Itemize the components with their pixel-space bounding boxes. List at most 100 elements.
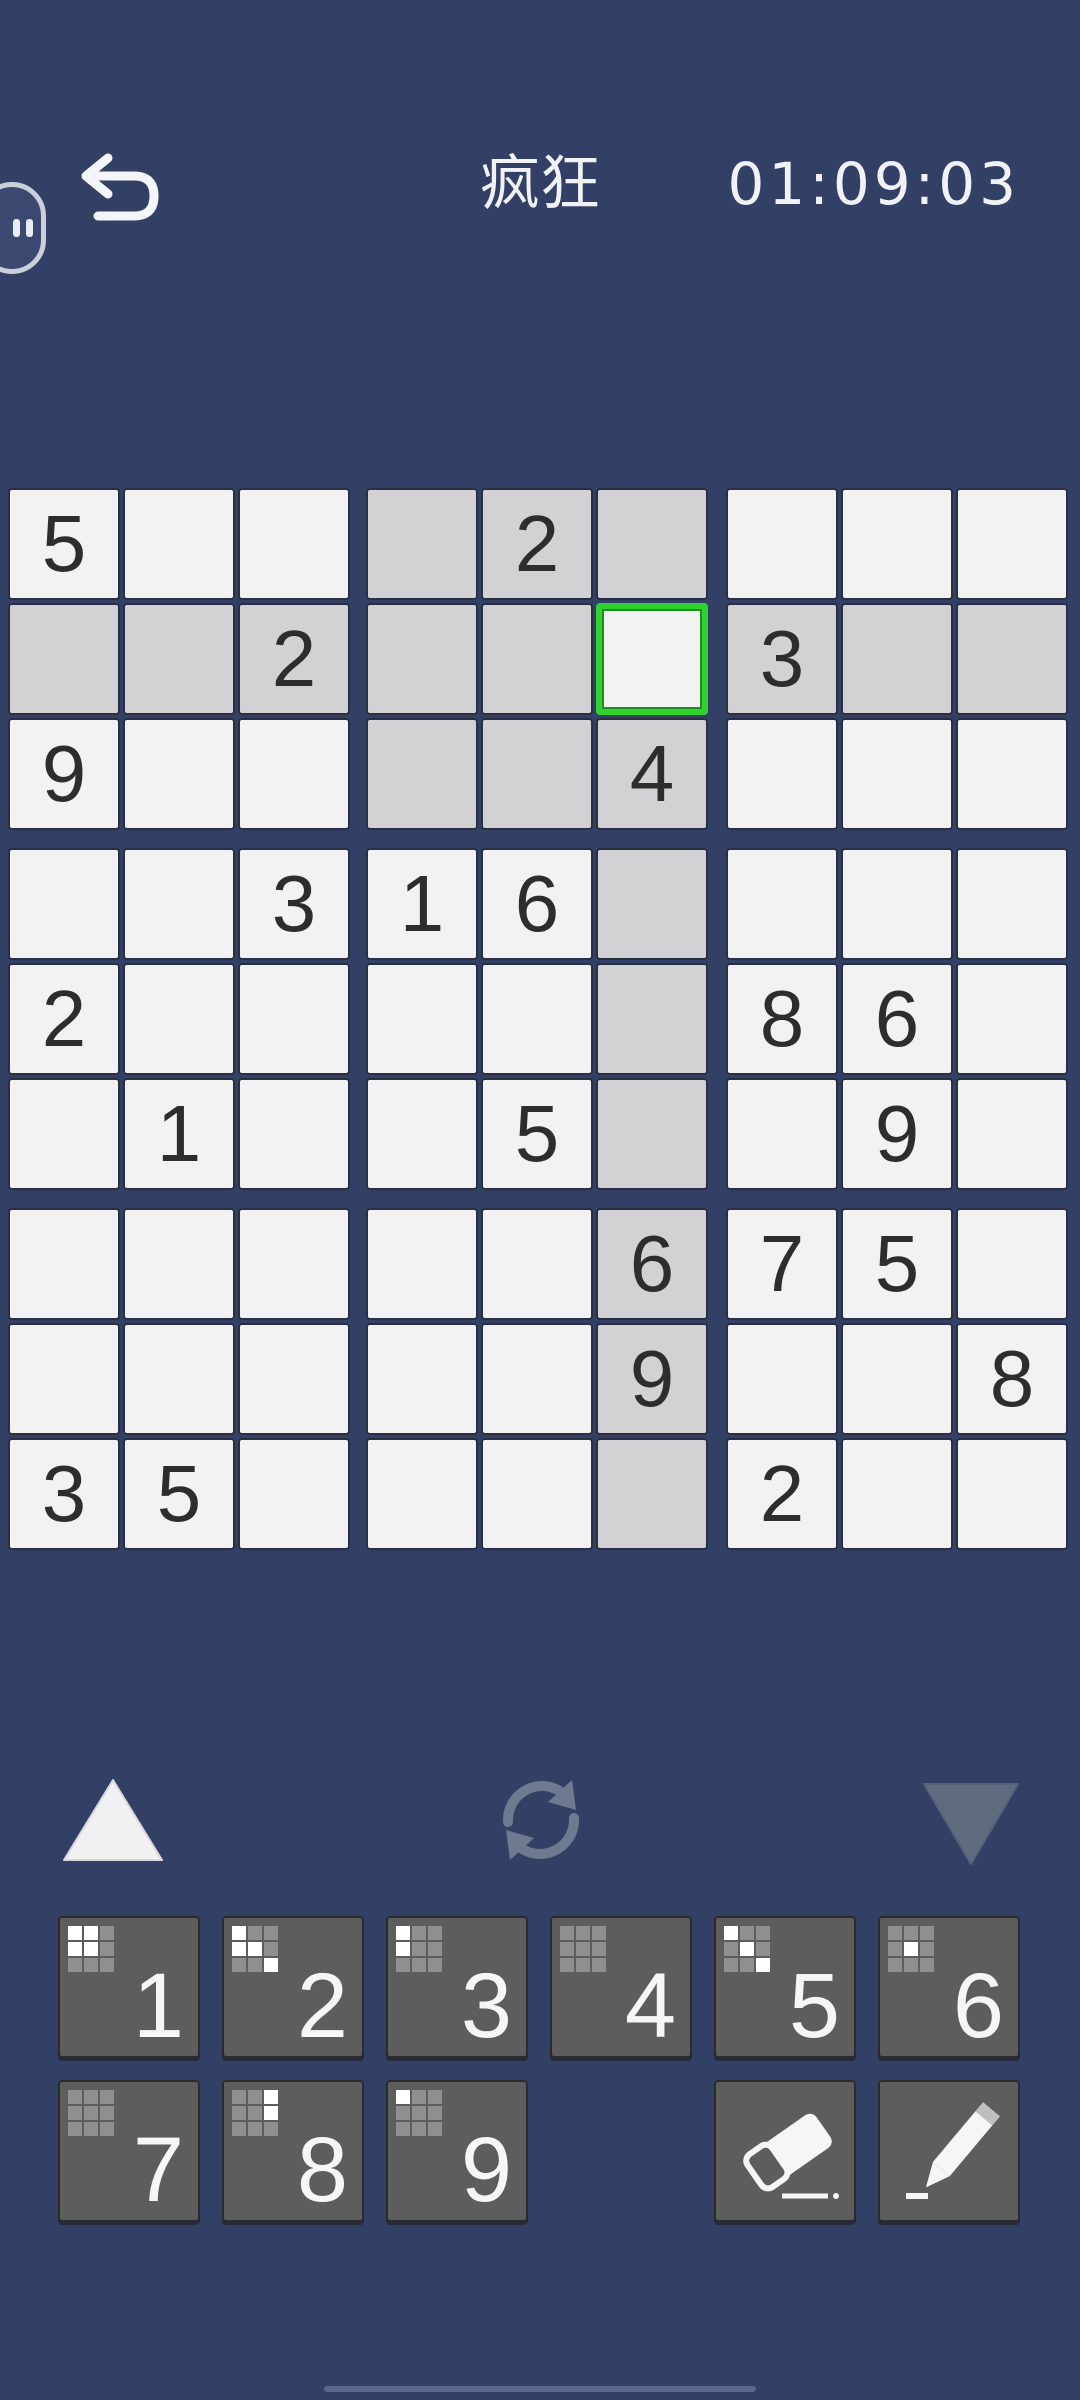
sudoku-cell[interactable]: 8 xyxy=(956,1323,1068,1435)
sudoku-cell[interactable]: 3 xyxy=(8,1438,120,1550)
sudoku-cell[interactable]: 6 xyxy=(841,963,953,1075)
sudoku-cell[interactable] xyxy=(123,1208,235,1320)
sudoku-cell[interactable] xyxy=(596,603,708,715)
sudoku-cell[interactable] xyxy=(726,848,838,960)
sudoku-cell[interactable] xyxy=(841,488,953,600)
sudoku-cell[interactable]: 2 xyxy=(238,603,350,715)
sudoku-cell[interactable]: 2 xyxy=(481,488,593,600)
sudoku-cell[interactable] xyxy=(238,488,350,600)
number-key[interactable]: 9 xyxy=(386,2080,528,2222)
sudoku-cell[interactable] xyxy=(841,848,953,960)
pencil-button[interactable] xyxy=(878,2080,1020,2222)
sudoku-cell[interactable] xyxy=(238,963,350,1075)
number-key[interactable]: 5 xyxy=(714,1916,856,2058)
sudoku-cell[interactable] xyxy=(841,603,953,715)
sudoku-cell[interactable] xyxy=(8,848,120,960)
sudoku-cell[interactable] xyxy=(956,603,1068,715)
number-key[interactable]: 1 xyxy=(58,1916,200,2058)
sudoku-cell[interactable] xyxy=(238,1208,350,1320)
sudoku-cell[interactable]: 9 xyxy=(841,1078,953,1190)
sudoku-cell[interactable] xyxy=(366,963,478,1075)
sudoku-cell[interactable]: 3 xyxy=(726,603,838,715)
sudoku-cell[interactable] xyxy=(123,848,235,960)
sudoku-cell[interactable]: 2 xyxy=(8,963,120,1075)
sudoku-cell[interactable] xyxy=(726,718,838,830)
sudoku-cell[interactable] xyxy=(366,1078,478,1190)
sudoku-cell[interactable] xyxy=(596,1438,708,1550)
sudoku-cell[interactable] xyxy=(481,1323,593,1435)
eraser-button[interactable] xyxy=(714,2080,856,2222)
triangle-down-icon[interactable] xyxy=(916,1770,1026,1870)
sudoku-cell[interactable] xyxy=(956,1208,1068,1320)
sudoku-cell[interactable] xyxy=(123,1323,235,1435)
sudoku-cell[interactable] xyxy=(956,1078,1068,1190)
sudoku-cell[interactable] xyxy=(726,1078,838,1190)
note-grid-dot xyxy=(248,1958,262,1972)
sudoku-cell[interactable]: 1 xyxy=(366,848,478,960)
sudoku-cell[interactable] xyxy=(123,488,235,600)
sudoku-cell[interactable]: 2 xyxy=(726,1438,838,1550)
sudoku-cell[interactable] xyxy=(238,1438,350,1550)
sudoku-cell[interactable]: 9 xyxy=(596,1323,708,1435)
note-grid-dot xyxy=(428,2106,442,2120)
sudoku-cell[interactable] xyxy=(8,603,120,715)
sudoku-cell[interactable]: 6 xyxy=(481,848,593,960)
sudoku-cell[interactable] xyxy=(841,1323,953,1435)
number-key-label: 6 xyxy=(952,1955,1004,2057)
sudoku-cell[interactable] xyxy=(123,603,235,715)
sudoku-cell[interactable]: 7 xyxy=(726,1208,838,1320)
sudoku-cell[interactable] xyxy=(956,963,1068,1075)
sudoku-cell[interactable] xyxy=(481,1208,593,1320)
sudoku-cell[interactable] xyxy=(956,488,1068,600)
refresh-icon[interactable] xyxy=(486,1770,596,1870)
number-key[interactable]: 6 xyxy=(878,1916,1020,2058)
sudoku-cell[interactable]: 1 xyxy=(123,1078,235,1190)
sudoku-cell[interactable] xyxy=(366,718,478,830)
sudoku-cell[interactable] xyxy=(8,1323,120,1435)
sudoku-cell[interactable] xyxy=(596,963,708,1075)
sudoku-cell[interactable] xyxy=(123,718,235,830)
number-key[interactable]: 7 xyxy=(58,2080,200,2222)
sudoku-cell[interactable] xyxy=(726,488,838,600)
sudoku-cell[interactable] xyxy=(123,963,235,1075)
sudoku-cell[interactable]: 4 xyxy=(596,718,708,830)
number-key[interactable]: 2 xyxy=(222,1916,364,2058)
sudoku-cell[interactable] xyxy=(956,848,1068,960)
number-key[interactable]: 4 xyxy=(550,1916,692,2058)
sudoku-cell[interactable] xyxy=(366,1323,478,1435)
sudoku-cell[interactable] xyxy=(366,488,478,600)
sudoku-cell[interactable] xyxy=(366,603,478,715)
sudoku-cell[interactable]: 5 xyxy=(123,1438,235,1550)
sudoku-cell[interactable] xyxy=(366,1438,478,1550)
number-key[interactable]: 8 xyxy=(222,2080,364,2222)
sudoku-cell[interactable] xyxy=(956,718,1068,830)
sudoku-cell[interactable] xyxy=(238,1078,350,1190)
sudoku-cell[interactable] xyxy=(8,1078,120,1190)
sudoku-cell[interactable]: 8 xyxy=(726,963,838,1075)
sudoku-cell[interactable] xyxy=(596,1078,708,1190)
sudoku-cell[interactable]: 3 xyxy=(238,848,350,960)
sudoku-cell[interactable] xyxy=(8,1208,120,1320)
sudoku-cell[interactable] xyxy=(481,963,593,1075)
sudoku-cell[interactable] xyxy=(481,603,593,715)
sudoku-cell[interactable] xyxy=(481,1438,593,1550)
note-grid-dot xyxy=(576,1926,590,1940)
sudoku-cell[interactable] xyxy=(726,1323,838,1435)
sudoku-cell[interactable]: 6 xyxy=(596,1208,708,1320)
sudoku-cell[interactable] xyxy=(481,718,593,830)
sudoku-cell[interactable]: 5 xyxy=(481,1078,593,1190)
triangle-up-icon[interactable] xyxy=(58,1770,168,1870)
sudoku-cell[interactable] xyxy=(841,718,953,830)
sudoku-cell[interactable]: 5 xyxy=(8,488,120,600)
sudoku-cell[interactable] xyxy=(238,718,350,830)
sudoku-cell[interactable] xyxy=(238,1323,350,1435)
sudoku-cell[interactable] xyxy=(841,1438,953,1550)
number-key[interactable]: 3 xyxy=(386,1916,528,2058)
sudoku-cell[interactable] xyxy=(956,1438,1068,1550)
sudoku-cell[interactable] xyxy=(366,1208,478,1320)
sudoku-cell[interactable] xyxy=(596,848,708,960)
sudoku-cell[interactable]: 9 xyxy=(8,718,120,830)
sudoku-cell[interactable]: 5 xyxy=(841,1208,953,1320)
home-indicator[interactable] xyxy=(324,2386,756,2392)
sudoku-cell[interactable] xyxy=(596,488,708,600)
